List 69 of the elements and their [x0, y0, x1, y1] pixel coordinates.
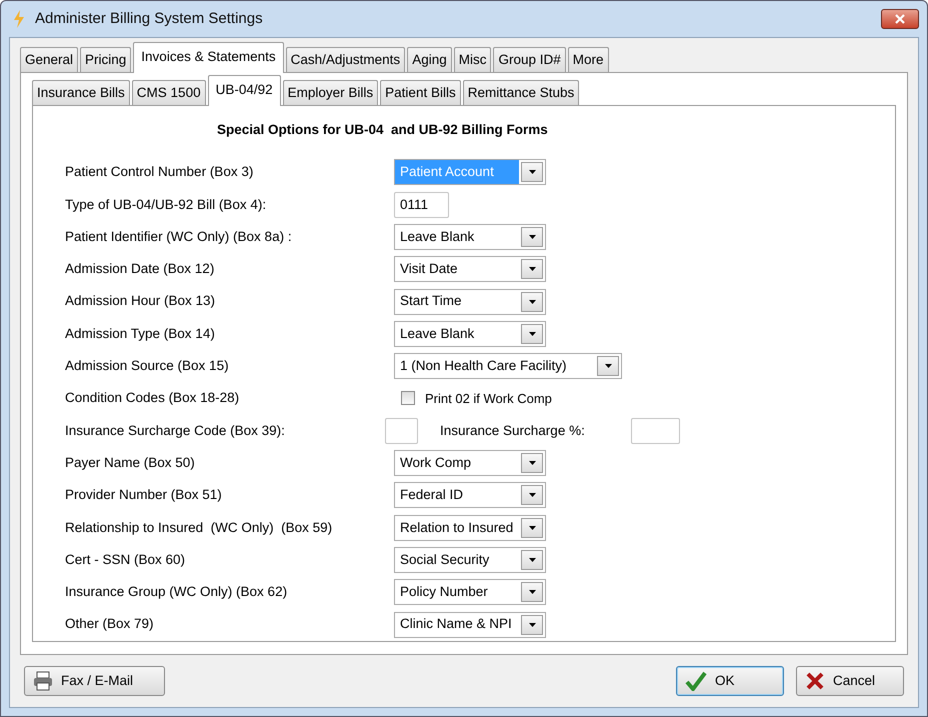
dropdown[interactable]: Leave Blank: [394, 320, 546, 347]
field-label: Patient Control Number (Box 3): [65, 163, 254, 182]
tab[interactable]: Misc: [454, 46, 492, 72]
section-heading: Special Options for UB-04 and UB-92 Billing Forms: [217, 121, 549, 139]
cancel-button[interactable]: Cancel: [796, 666, 904, 696]
field-label: Insurance Surcharge %:: [440, 422, 585, 440]
window-title: Administer Billing System Settings: [35, 8, 264, 29]
field-label: Provider Number (Box 51): [65, 486, 223, 504]
ok-button[interactable]: OK: [676, 666, 784, 696]
tab[interactable]: Cash/Adjustments: [286, 46, 406, 72]
tab[interactable]: Remittance Stubs: [462, 80, 580, 105]
text-field[interactable]: [630, 418, 680, 444]
dropdown[interactable]: Policy Number: [394, 579, 546, 606]
tab[interactable]: Insurance Bills: [32, 80, 130, 105]
caret-icon: [528, 622, 536, 627]
field-label: Admission Type (Box 14): [65, 324, 216, 343]
caret-icon: [604, 364, 612, 368]
field-label: Cert - SSN (Box 60): [65, 550, 186, 569]
text-field[interactable]: 0111: [394, 192, 449, 218]
caret-icon: [528, 526, 536, 530]
field-label: Payer Name (Box 50): [65, 454, 196, 472]
checkbox-label: Print 02 if Work Comp: [425, 390, 552, 408]
caret-icon: [528, 332, 536, 336]
caret-icon: [528, 267, 536, 272]
dropdown[interactable]: Clinic Name & NPI: [394, 612, 546, 638]
tab[interactable]: Invoices & Statements: [133, 42, 284, 73]
tab[interactable]: More: [568, 46, 609, 72]
caret-icon: [528, 590, 536, 594]
close-button[interactable]: [881, 9, 919, 29]
field-label: Type of UB-04/UB-92 Bill (Box 4):: [65, 196, 268, 214]
caret-icon: [528, 493, 536, 498]
field-label: Insurance Surcharge Code (Box 39):: [65, 422, 286, 440]
printer-icon: [33, 671, 53, 691]
close-icon: [894, 13, 906, 25]
caret-icon: [528, 461, 536, 466]
checkbox[interactable]: [401, 391, 415, 406]
dropdown[interactable]: Start Time: [394, 288, 546, 315]
tab[interactable]: Group ID#: [493, 46, 566, 72]
field-label: Condition Codes (Box 18-28): [65, 389, 240, 408]
lightning-icon: [11, 9, 25, 29]
dropdown[interactable]: Relation to Insured: [394, 514, 546, 541]
dropdown[interactable]: Visit Date: [394, 256, 546, 282]
caret-icon: [528, 234, 536, 239]
field-label: Admission Source (Box 15): [65, 357, 230, 376]
caret-icon: [528, 300, 536, 304]
dropdown[interactable]: Social Security: [394, 546, 546, 573]
caret-icon: [528, 170, 536, 174]
field-label: Admission Date (Box 12): [65, 260, 216, 278]
text-field[interactable]: [385, 418, 418, 444]
tab[interactable]: General: [20, 46, 78, 72]
dropdown[interactable]: Federal ID: [394, 482, 546, 508]
field-label: Other (Box 79): [65, 615, 155, 634]
tab[interactable]: Patient Bills: [380, 80, 461, 105]
tab[interactable]: UB-04/92: [208, 74, 281, 106]
fax-email-button[interactable]: Fax / E-Mail: [24, 666, 165, 696]
field-label: Patient Identifier (WC Only) (Box 8a) :: [65, 228, 293, 246]
checkmark-icon: [685, 671, 707, 691]
field-label: Admission Hour (Box 13): [65, 292, 216, 310]
dropdown[interactable]: Work Comp: [394, 450, 546, 476]
caret-icon: [528, 558, 536, 562]
tab[interactable]: Pricing: [80, 46, 132, 72]
tab[interactable]: CMS 1500: [132, 80, 206, 105]
field-label: Relationship to Insured (WC Only) (Box 59): [65, 518, 334, 537]
dropdown[interactable]: Leave Blank: [394, 224, 546, 250]
dropdown[interactable]: 1 (Non Health Care Facility): [394, 353, 622, 380]
tab[interactable]: Aging: [407, 46, 452, 72]
field-label: Insurance Group (WC Only) (Box 62): [65, 583, 288, 602]
close-icon: [805, 671, 825, 691]
tab[interactable]: Employer Bills: [282, 80, 378, 105]
